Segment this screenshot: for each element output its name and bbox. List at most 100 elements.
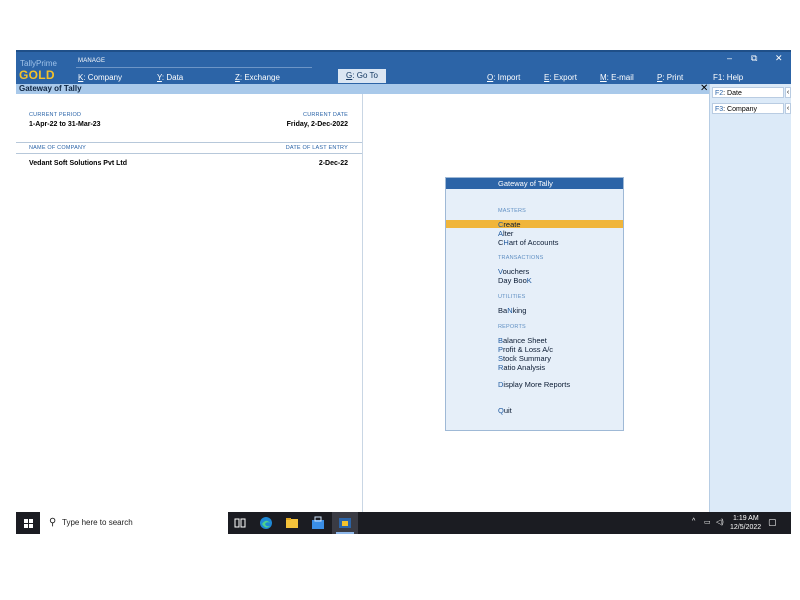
company-button[interactable]: F3: Company	[712, 103, 784, 114]
task-view-icon[interactable]	[232, 515, 248, 531]
manage-label: MANAGE	[78, 58, 106, 64]
item-text: art of Accounts	[508, 238, 559, 247]
hotkey: F3	[715, 106, 724, 113]
button-bar: F2: Date ‹ F3: Company ‹	[709, 84, 791, 512]
clock-date[interactable]: 12/5/2022	[730, 524, 761, 531]
screen-title: Gateway of Tally	[19, 84, 82, 93]
current-period-label: CURRENT PERIOD	[29, 112, 82, 118]
volume-icon[interactable]: ◁)	[716, 518, 724, 526]
menu-label: : Data	[161, 73, 184, 82]
item-text: isplay More Reports	[503, 380, 571, 389]
item-text: tock Summary	[503, 354, 551, 363]
menu-exchange[interactable]: Z: Exchange	[235, 73, 280, 82]
search-icon: ⚲	[49, 517, 57, 528]
minimize-icon[interactable]: –	[727, 53, 732, 63]
item-text: alance Sheet	[503, 336, 547, 345]
menu-label: : Go To	[352, 71, 378, 80]
menu-item-chart-of-accounts[interactable]: CHart of Accounts	[498, 238, 558, 247]
menu-label: : Company	[83, 73, 123, 82]
item-text: ouchers	[502, 267, 530, 276]
menu-label: : Export	[549, 73, 577, 82]
section-reports: REPORTS	[498, 324, 526, 330]
item-text: lter	[503, 229, 514, 238]
menu-item-create[interactable]: Create	[498, 220, 521, 229]
search-placeholder: Type here to search	[62, 518, 133, 527]
current-date-value[interactable]: Friday, 2-Dec-2022	[287, 121, 348, 128]
hotkey: F2	[715, 90, 724, 97]
menu-label: : Import	[493, 73, 521, 82]
section-utilities: UTILITIES	[498, 294, 526, 300]
file-explorer-icon[interactable]	[284, 515, 300, 531]
header-bar: TallyPrime GOLD MANAGE K: Company Y: Dat…	[16, 50, 791, 84]
brand-logo: GOLD	[19, 68, 55, 82]
divider	[16, 153, 362, 154]
date-button[interactable]: F2: Date	[712, 87, 784, 98]
item-text: Ba	[498, 306, 508, 315]
current-date-label: CURRENT DATE	[303, 112, 348, 118]
divider	[16, 142, 362, 143]
section-masters: MASTERS	[498, 208, 526, 214]
tally-window: TallyPrime GOLD MANAGE K: Company Y: Dat…	[16, 50, 791, 534]
gateway-title: Gateway of Tally	[446, 178, 623, 189]
network-icon[interactable]: ▭	[704, 518, 711, 526]
gateway-menu: Gateway of Tally MASTERS Create Alter CH…	[445, 177, 624, 431]
selection-highlight	[446, 220, 623, 228]
current-period-value[interactable]: 1-Apr-22 to 31-Mar-23	[29, 121, 101, 128]
menu-goto-button[interactable]: G: Go To	[338, 69, 386, 83]
taskbar-search-box[interactable]: ⚲ Type here to search	[40, 512, 228, 534]
button-label: : Date	[723, 90, 742, 97]
menu-item-ratio-analysis[interactable]: Ratio Analysis	[498, 363, 545, 372]
menu-company[interactable]: K: Company	[78, 73, 122, 82]
company-name[interactable]: Vedant Soft Solutions Pvt Ltd	[29, 160, 127, 167]
section-transactions: TRANSACTIONS	[498, 255, 544, 261]
item-text: uit	[503, 406, 512, 415]
close-icon[interactable]: ✕	[775, 53, 783, 64]
manage-divider	[76, 67, 312, 68]
item-text: Day Boo	[498, 276, 527, 285]
menu-label: : Print	[662, 73, 684, 82]
chevron-up-icon[interactable]: ^	[692, 518, 695, 525]
menu-item-balance-sheet[interactable]: Balance Sheet	[498, 336, 547, 345]
menu-help[interactable]: F1: Help	[713, 73, 743, 82]
menu-item-banking[interactable]: BaNking	[498, 306, 526, 315]
menu-print[interactable]: P: Print	[657, 73, 683, 82]
chevron-left-icon[interactable]: ‹	[785, 87, 791, 98]
item-text: rofit & Loss A/c	[503, 345, 554, 354]
menu-item-profit-loss[interactable]: Profit & Loss A/c	[498, 345, 553, 354]
notification-icon[interactable]: ▢	[768, 517, 777, 528]
brand-small: TallyPrime	[20, 59, 57, 68]
edge-icon[interactable]	[258, 515, 274, 531]
company-column-header: NAME OF COMPANY	[29, 145, 86, 151]
menu-label: : Exchange	[239, 73, 280, 82]
active-indicator	[336, 532, 354, 534]
store-icon[interactable]	[310, 515, 326, 531]
tally-taskbar-item[interactable]	[332, 512, 358, 534]
company-last-entry: 2-Dec-22	[318, 160, 348, 167]
item-text: atio Analysis	[503, 363, 546, 372]
hotkey: F1	[713, 73, 723, 82]
windows-icon[interactable]	[24, 519, 33, 528]
menu-item-vouchers[interactable]: Vouchers	[498, 267, 529, 276]
menu-item-stock-summary[interactable]: Stock Summary	[498, 354, 551, 363]
menu-item-display-more-reports[interactable]: Display More Reports	[498, 380, 570, 389]
menu-import[interactable]: O: Import	[487, 73, 520, 82]
windows-taskbar: ⚲ Type here to search ^ ▭ ◁) 1:19 AM 12/…	[16, 512, 791, 534]
restore-icon[interactable]: ⧉	[751, 53, 757, 64]
menu-item-quit[interactable]: Quit	[498, 406, 512, 415]
hotkey: K	[526, 276, 532, 285]
close-screen-icon[interactable]: ✕	[700, 83, 708, 94]
menu-item-alter[interactable]: Alter	[498, 229, 513, 238]
button-label: : Company	[723, 106, 758, 113]
screen-title-bar: Gateway of Tally ✕	[16, 83, 709, 94]
menu-email[interactable]: M: E-mail	[600, 73, 634, 82]
menu-item-day-book[interactable]: Day BooK	[498, 276, 532, 285]
clock-time[interactable]: 1:19 AM	[733, 515, 759, 522]
menu-export[interactable]: E: Export	[544, 73, 577, 82]
menu-label: : Help	[722, 73, 744, 82]
item-text: reate	[503, 220, 521, 229]
chevron-left-icon[interactable]: ‹	[785, 103, 791, 114]
tally-icon	[339, 518, 351, 528]
hotkey: M	[600, 73, 607, 82]
menu-label: : E-mail	[606, 73, 634, 82]
menu-data[interactable]: Y: Data	[157, 73, 183, 82]
